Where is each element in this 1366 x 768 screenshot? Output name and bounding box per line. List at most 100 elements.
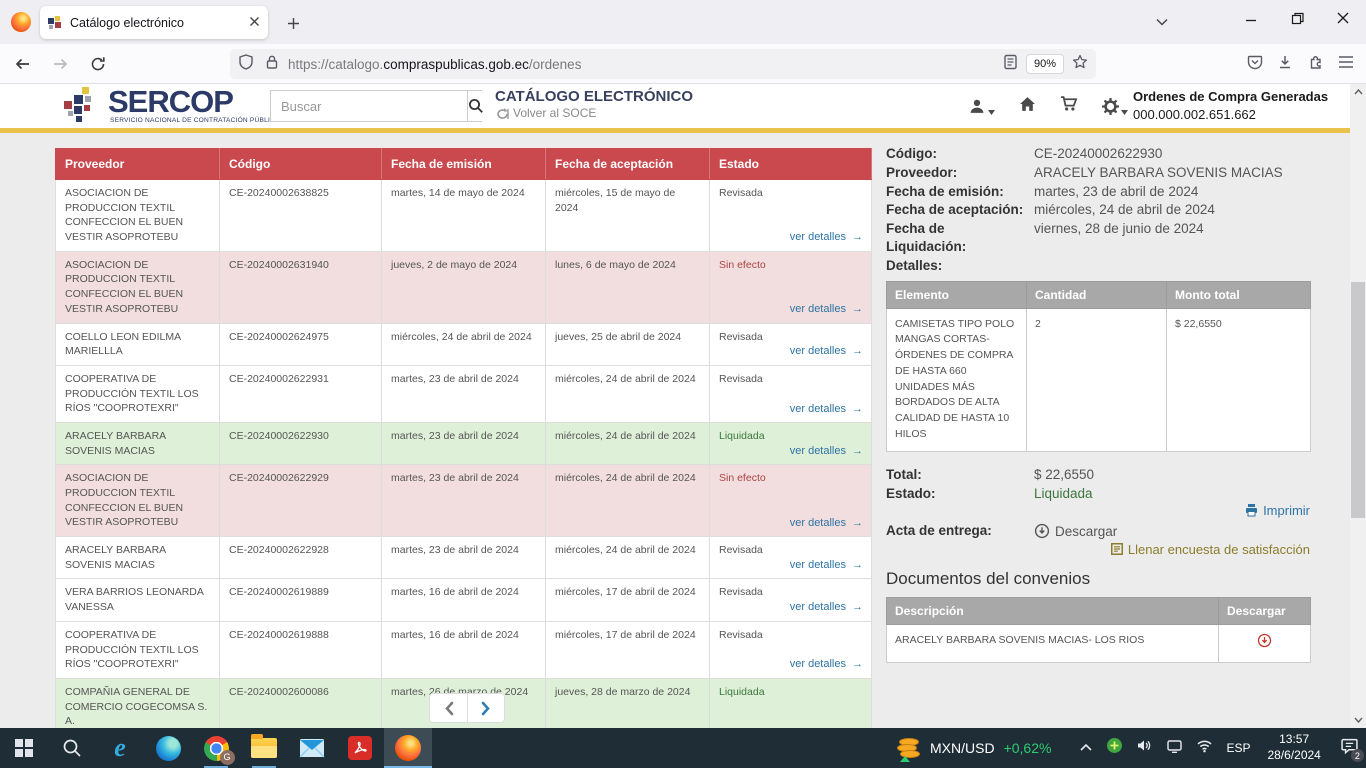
scroll-up-icon[interactable] (1350, 84, 1366, 100)
list-tabs-icon[interactable] (1148, 8, 1176, 36)
order-row: ASOCIACION DE PRODUCCION TEXTIL CONFECCI… (56, 251, 872, 323)
shield-icon[interactable] (238, 54, 254, 75)
ver-detalles-link[interactable]: ver detalles→ (790, 402, 863, 417)
cell-proveedor: ARACELY BARBARA SOVENIS MACIAS (56, 422, 220, 464)
currency-ticker[interactable]: MXN/USD +0,62% (897, 736, 1051, 760)
taskbar-firefox-button[interactable] (384, 728, 432, 768)
url-bar[interactable]: https://catalogo.compraspublicas.gob.ec/… (230, 49, 1096, 79)
order-row: COOPERATIVA DE PRODUCCIÓN TEXTIL LOS RÍO… (56, 621, 872, 678)
detail-field-label: Fecha de Liquidación: (886, 220, 1028, 256)
internet-explorer-icon: e (114, 735, 126, 761)
back-icon[interactable] (6, 48, 38, 80)
cell-proveedor: COOPERATIVA DE PRODUCCIÓN TEXTIL LOS RÍO… (56, 365, 220, 422)
restore-button[interactable] (1274, 0, 1320, 36)
cast-display-icon[interactable] (1166, 738, 1183, 759)
status-badge: Revisada (719, 586, 763, 598)
total-value: $ 22,6550 (1034, 466, 1310, 484)
toolbar-right (1247, 44, 1360, 84)
search-button[interactable] (467, 91, 484, 121)
ver-detalles-link[interactable]: ver detalles→ (790, 344, 863, 359)
taskbar-ie-button[interactable]: e (96, 728, 144, 768)
order-detail-panel: Código:CE-20240002622930Proveedor:ARACEL… (886, 145, 1310, 663)
antivirus-icon[interactable] (1106, 737, 1123, 759)
page-content: SERCOP SERVICIO NACIONAL DE CONTRATACIÓN… (0, 84, 1366, 728)
coins-icon (897, 736, 921, 760)
taskbar-chrome-button[interactable]: G (192, 728, 240, 768)
printer-icon (1244, 503, 1259, 517)
taskbar-explorer-button[interactable] (240, 728, 288, 768)
volume-icon[interactable] (1136, 738, 1153, 758)
ver-detalles-link[interactable]: ver detalles→ (790, 302, 863, 317)
search-input[interactable] (271, 91, 467, 121)
status-badge: Liquidada (719, 430, 765, 442)
lock-icon[interactable] (264, 54, 280, 75)
pocket-icon[interactable] (1247, 54, 1263, 75)
up-arrow-icon (900, 756, 910, 762)
start-button[interactable] (0, 728, 48, 768)
ver-detalles-link[interactable]: ver detalles→ (790, 558, 863, 573)
reader-mode-icon[interactable] (1003, 54, 1018, 75)
prev-page-button[interactable] (430, 694, 467, 722)
system-tray: ESP 13:57 28/6/2024 2 (1079, 732, 1366, 763)
ver-detalles-link[interactable]: ver detalles→ (790, 444, 863, 459)
ver-detalles-link[interactable]: ver detalles→ (790, 230, 863, 245)
wifi-icon[interactable] (1196, 738, 1213, 758)
settings-gear-icon[interactable] (1102, 98, 1128, 115)
user-menu-icon[interactable] (968, 98, 995, 115)
volver-soce-link[interactable]: Volver al SOCE (495, 106, 596, 120)
cell-fecha-aceptacion: miércoles, 24 de abril de 2024 (546, 537, 710, 579)
sercop-wordmark[interactable]: SERCOP (108, 84, 233, 120)
extensions-puzzle-icon[interactable] (1307, 53, 1324, 75)
scrollbar-thumb[interactable] (1351, 282, 1365, 518)
menu-hamburger-icon[interactable] (1338, 55, 1354, 74)
cell-fecha-aceptacion: miércoles, 24 de abril de 2024 (546, 365, 710, 422)
taskbar-mail-button[interactable] (288, 728, 336, 768)
language-indicator[interactable]: ESP (1226, 741, 1250, 755)
bookmark-star-icon[interactable] (1072, 54, 1088, 75)
tab-close-icon[interactable] (249, 14, 260, 32)
clock[interactable]: 13:57 28/6/2024 (1267, 732, 1320, 763)
taskbar-acrobat-button[interactable] (336, 728, 384, 768)
page-scrollbar[interactable] (1350, 84, 1366, 728)
col-proveedor: Proveedor (56, 149, 220, 180)
arrow-right-icon: → (852, 303, 863, 315)
new-tab-button[interactable] (280, 10, 306, 36)
imprimir-link[interactable]: Imprimir (886, 503, 1310, 518)
return-arrow-icon (495, 107, 509, 120)
notification-center-icon[interactable]: 2 (1340, 737, 1359, 759)
forward-icon[interactable] (44, 48, 76, 80)
doc-descripcion: ARACELY BARBARA SOVENIS MACIAS- LOS RIOS (887, 625, 1219, 663)
descargar-acta-link[interactable]: Descargar (1034, 522, 1117, 540)
ver-detalles-link[interactable]: ver detalles→ (790, 657, 863, 672)
cart-icon[interactable] (1060, 95, 1078, 117)
cell-estado: Revisada ver detalles→ (710, 579, 872, 621)
download-doc-icon[interactable] (1257, 639, 1272, 651)
minimize-button[interactable] (1228, 0, 1274, 36)
nav-toolbar: https://catalogo.compraspublicas.gob.ec/… (0, 44, 1366, 84)
cell-fecha-aceptacion: miércoles, 24 de abril de 2024 (546, 465, 710, 537)
estado-row: Estado: Liquidada (886, 485, 1310, 503)
taskbar-edge-button[interactable] (144, 728, 192, 768)
ver-detalles-link[interactable]: ver detalles→ (790, 600, 863, 615)
sercop-tagline: SERVICIO NACIONAL DE CONTRATACIÓN PÚBLIC… (110, 117, 280, 124)
browser-tab[interactable]: Catálogo electrónico (40, 6, 268, 39)
orders-table-header: Proveedor Código Fecha de emisión Fecha … (56, 149, 872, 180)
tray-chevron-up-icon[interactable] (1079, 739, 1093, 757)
chrome-icon: G (204, 736, 229, 761)
close-button[interactable] (1320, 0, 1366, 36)
firefox-logo-icon[interactable] (11, 12, 31, 32)
col-fecha-emision: Fecha de emisión (382, 149, 546, 180)
scroll-down-icon[interactable] (1350, 712, 1366, 728)
reload-icon[interactable] (82, 48, 114, 80)
encuesta-link[interactable]: Llenar encuesta de satisfacción (886, 542, 1310, 557)
zoom-level-button[interactable]: 90% (1026, 54, 1064, 74)
taskbar-search-button[interactable] (48, 728, 96, 768)
arrow-right-icon: → (852, 601, 863, 613)
next-page-button[interactable] (467, 694, 504, 722)
downloads-icon[interactable] (1277, 54, 1293, 75)
orders-table-body: ASOCIACION DE PRODUCCION TEXTIL CONFECCI… (56, 180, 872, 729)
home-icon[interactable] (1019, 96, 1036, 117)
mail-icon (299, 737, 325, 759)
ver-detalles-link[interactable]: ver detalles→ (790, 516, 863, 531)
orders-generated-info: Ordenes de Compra Generadas 000.000.002.… (1133, 88, 1328, 123)
